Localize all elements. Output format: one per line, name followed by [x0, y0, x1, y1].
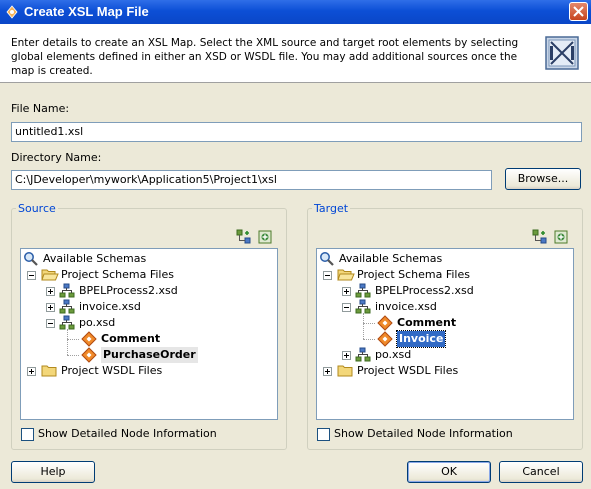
element-icon — [81, 347, 97, 363]
target-bpel-label: BPELProcess2.xsd — [375, 284, 474, 297]
schema-file-icon — [59, 283, 75, 298]
file-name-input[interactable]: untitled1.xsl — [11, 122, 582, 142]
add-schema-icon[interactable] — [236, 229, 252, 245]
tree-connector — [67, 329, 69, 355]
close-button[interactable] — [569, 2, 588, 21]
target-wsdl-label: Project WSDL Files — [357, 364, 459, 377]
file-name-label: File Name: — [11, 102, 70, 115]
schema-file-icon — [59, 299, 75, 314]
folder-icon — [41, 365, 57, 377]
browse-button[interactable]: Browse... — [505, 168, 581, 190]
source-show-detailed-checkbox[interactable] — [21, 428, 34, 441]
target-expander-po[interactable] — [342, 351, 351, 360]
help-button[interactable]: Help — [11, 461, 95, 483]
ok-button[interactable]: OK — [407, 461, 491, 483]
source-po-label: po.xsd — [79, 316, 116, 329]
xsl-map-logo-icon — [545, 36, 579, 70]
source-invoice-label: invoice.xsd — [79, 300, 141, 313]
target-expander-invoice[interactable] — [342, 303, 351, 312]
tree-connector — [363, 313, 365, 339]
import-schema-icon[interactable] — [257, 229, 273, 245]
source-expander-invoice[interactable] — [46, 303, 55, 312]
magnifier-icon — [24, 252, 38, 266]
target-schema-files-label: Project Schema Files — [357, 268, 470, 281]
source-comment-label: Comment — [101, 332, 161, 345]
title-bar[interactable]: Create XSL Map File — [0, 0, 591, 24]
schema-file-icon — [355, 283, 371, 298]
close-icon — [573, 6, 584, 17]
target-show-detailed-checkbox[interactable] — [317, 428, 330, 441]
source-expander-schema-files[interactable] — [27, 271, 36, 280]
target-show-detailed-label: Show Detailed Node Information — [334, 427, 513, 440]
source-root-label: Available Schemas — [43, 252, 147, 265]
target-root-label: Available Schemas — [339, 252, 443, 265]
element-icon — [377, 315, 393, 331]
source-bpel-label: BPELProcess2.xsd — [79, 284, 178, 297]
jdeveloper-icon — [6, 5, 18, 19]
source-expander-po[interactable] — [46, 319, 55, 328]
folder-open-icon — [337, 269, 355, 281]
source-group-label: Source — [16, 202, 58, 215]
element-icon — [377, 331, 393, 347]
target-invoice-label: invoice.xsd — [375, 300, 437, 313]
dialog-header: Enter details to create an XSL Map. Sele… — [0, 24, 591, 83]
tree-connector — [67, 339, 79, 341]
dialog-title: Create XSL Map File — [24, 4, 149, 19]
source-show-detailed-label: Show Detailed Node Information — [38, 427, 217, 440]
target-expander-bpel[interactable] — [342, 287, 351, 296]
element-icon — [81, 331, 97, 347]
source-wsdl-label: Project WSDL Files — [61, 364, 163, 377]
source-purchase-order-label: PurchaseOrder — [101, 347, 198, 363]
target-po-label: po.xsd — [375, 348, 412, 361]
folder-open-icon — [41, 269, 59, 281]
cancel-button[interactable]: Cancel — [499, 461, 583, 483]
add-schema-icon[interactable] — [532, 229, 548, 245]
target-comment-label: Comment — [397, 316, 457, 329]
directory-name-input[interactable]: C:\JDeveloper\mywork\Application5\Projec… — [11, 170, 492, 190]
source-schema-tree[interactable]: Available Schemas Project Schema Files B… — [20, 248, 278, 420]
source-expander-bpel[interactable] — [46, 287, 55, 296]
source-expander-wsdl[interactable] — [27, 367, 36, 376]
target-invoice-element-label: Invoice — [395, 330, 447, 348]
tree-connector — [67, 355, 79, 357]
target-group-label: Target — [312, 202, 351, 215]
tree-connector — [363, 339, 375, 341]
tree-connector — [363, 323, 375, 325]
source-schema-files-label: Project Schema Files — [61, 268, 174, 281]
folder-icon — [337, 365, 353, 377]
dialog-description: Enter details to create an XSL Map. Sele… — [11, 37, 519, 77]
target-schema-tree[interactable]: Available Schemas Project Schema Files B… — [316, 248, 574, 420]
schema-file-icon — [355, 347, 371, 362]
import-schema-icon[interactable] — [553, 229, 569, 245]
magnifier-icon — [320, 252, 334, 266]
directory-name-label: Directory Name: — [11, 151, 102, 164]
create-xsl-map-dialog: Create XSL Map File Enter details to cre… — [0, 0, 591, 489]
target-expander-wsdl[interactable] — [323, 367, 332, 376]
target-expander-schema-files[interactable] — [323, 271, 332, 280]
